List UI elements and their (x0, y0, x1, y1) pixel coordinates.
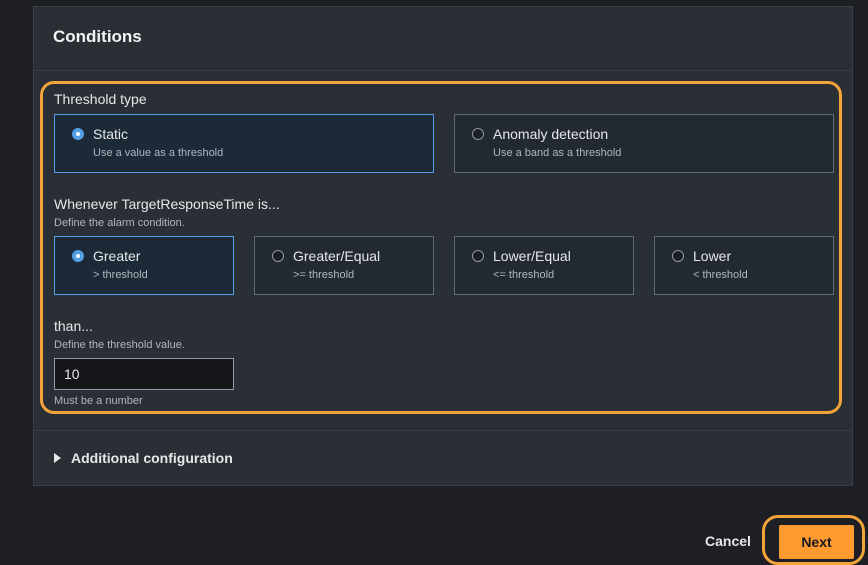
tile-desc: <= threshold (493, 269, 555, 281)
panel-header: Conditions (34, 7, 852, 71)
tile-desc: Use a value as a threshold (93, 147, 224, 159)
tile-title: Greater (93, 248, 141, 264)
threshold-type-static[interactable]: Static Use a value as a threshold (54, 114, 434, 173)
radio-lower-equal[interactable] (472, 250, 484, 262)
threshold-type-anomaly-detection[interactable]: Anomaly detection Use a band as a thresh… (454, 114, 834, 173)
tile-title: Anomaly detection (493, 126, 609, 142)
conditions-panel: Conditions Threshold type Static Use a v… (33, 6, 853, 486)
additional-configuration-label: Additional configuration (71, 450, 233, 466)
threshold-type-label: Threshold type (54, 91, 147, 107)
threshold-value-input[interactable] (54, 358, 234, 390)
tile-desc: >= threshold (293, 269, 355, 281)
threshold-hint: Must be a number (54, 395, 143, 407)
condition-lower-equal[interactable]: Lower/Equal <= threshold (454, 236, 634, 295)
tile-title: Static (93, 126, 129, 142)
radio-greater-equal[interactable] (272, 250, 284, 262)
radio-anomaly-detection[interactable] (472, 128, 484, 140)
threshold-label: than... (54, 318, 93, 334)
next-button[interactable]: Next (779, 525, 854, 559)
additional-configuration-toggle[interactable]: Additional configuration (54, 450, 233, 466)
tile-desc: < threshold (693, 269, 748, 281)
threshold-desc: Define the threshold value. (54, 339, 185, 351)
cancel-button[interactable]: Cancel (705, 533, 751, 549)
radio-greater[interactable] (72, 250, 84, 262)
tile-title: Greater/Equal (293, 248, 381, 264)
tile-title: Lower (693, 248, 732, 264)
tile-desc: Use a band as a threshold (493, 147, 622, 159)
condition-greater-equal[interactable]: Greater/Equal >= threshold (254, 236, 434, 295)
condition-label: Whenever TargetResponseTime is... (54, 196, 280, 212)
radio-lower[interactable] (672, 250, 684, 262)
tile-title: Lower/Equal (493, 248, 571, 264)
condition-desc: Define the alarm condition. (54, 217, 185, 229)
panel-title: Conditions (53, 27, 142, 46)
divider (34, 430, 852, 431)
condition-lower[interactable]: Lower < threshold (654, 236, 834, 295)
radio-static[interactable] (72, 128, 84, 140)
tile-desc: > threshold (93, 269, 148, 281)
caret-right-icon (54, 453, 61, 463)
condition-greater[interactable]: Greater > threshold (54, 236, 234, 295)
